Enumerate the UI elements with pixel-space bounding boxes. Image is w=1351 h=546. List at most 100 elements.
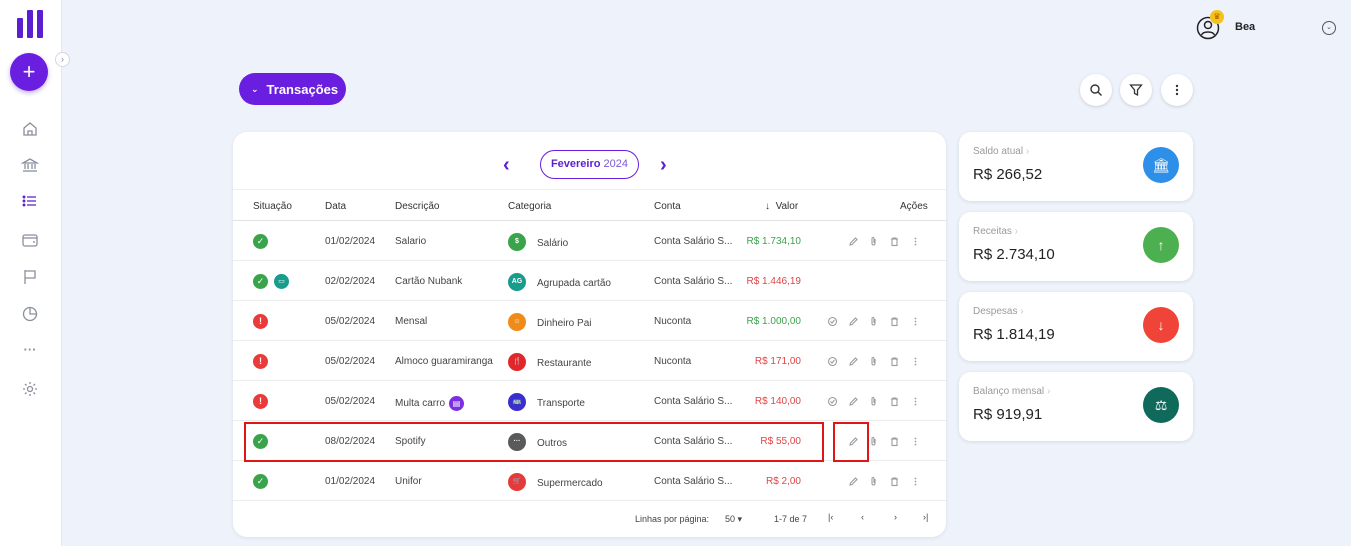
trash-icon[interactable] [889, 476, 900, 487]
attachment-icon[interactable] [868, 356, 879, 367]
attachment-icon[interactable] [868, 316, 879, 327]
row-more-icon[interactable] [910, 436, 921, 447]
edit-icon[interactable] [848, 316, 859, 327]
edit-icon[interactable] [848, 396, 859, 407]
trash-icon[interactable] [889, 356, 900, 367]
search-button[interactable] [1080, 74, 1112, 106]
app-logo[interactable] [17, 10, 43, 38]
summary-value: R$ 266,52 [973, 166, 1043, 183]
edit-icon[interactable] [848, 236, 859, 247]
trash-icon[interactable] [889, 236, 900, 247]
col-description[interactable]: Descrição [395, 201, 439, 212]
row-date: 01/02/2024 [325, 476, 376, 487]
col-account[interactable]: Conta [654, 201, 681, 212]
first-page-button[interactable]: |‹ [828, 512, 833, 522]
trash-icon[interactable] [889, 396, 900, 407]
wallet-icon[interactable] [21, 231, 39, 249]
pending-status-icon[interactable]: ! [253, 354, 268, 369]
month-label: Fevereiro [550, 158, 601, 170]
summary-label: Receitas › [973, 226, 1019, 237]
row-category: Dinheiro Pai [537, 318, 592, 329]
pending-status-icon[interactable]: ! [253, 314, 268, 329]
rows-per-page-select[interactable]: 50 ▾ [725, 514, 742, 525]
row-description: Multa carro ▤ [395, 396, 465, 411]
add-transaction-button[interactable]: + [10, 53, 48, 91]
trash-icon[interactable] [889, 436, 900, 447]
attachment-icon[interactable] [868, 236, 879, 247]
confirm-payment-icon[interactable] [827, 316, 838, 327]
table-row[interactable]: ! 05/02/2024 Multa carro ▤ 🚌 Transporte Conta … [233, 381, 946, 421]
chevron-down-circle-icon[interactable]: ⌄ [1322, 21, 1336, 35]
attachment-icon[interactable] [868, 476, 879, 487]
table-row[interactable]: ✓ 01/02/2024 Salario $ Salário Conta Salário … [233, 221, 946, 261]
summary-card[interactable]: Receitas › R$ 2.734,10 ↑ [959, 212, 1193, 281]
row-more-icon[interactable] [910, 396, 921, 407]
settings-icon[interactable] [21, 380, 39, 398]
sidebar: + ··· [0, 0, 62, 546]
prev-month-button[interactable]: ‹ [503, 154, 510, 177]
more-options-button[interactable] [1161, 74, 1193, 106]
transactions-title-button[interactable]: ⌄ Transações [239, 73, 346, 105]
kebab-menu-icon [1175, 84, 1179, 96]
summary-card[interactable]: Despesas › R$ 1.814,19 ↓ [959, 292, 1193, 361]
row-date: 01/02/2024 [325, 236, 376, 247]
paid-status-icon[interactable]: ✓ [253, 474, 268, 489]
row-description: Unifor [395, 476, 422, 487]
col-category[interactable]: Categoria [508, 201, 551, 212]
more-icon[interactable]: ··· [21, 342, 39, 360]
summary-card[interactable]: Balanço mensal › R$ 919,91 ⚖ [959, 372, 1193, 441]
row-more-icon[interactable] [910, 316, 921, 327]
col-date[interactable]: Data [325, 201, 346, 212]
attachment-icon[interactable] [868, 396, 879, 407]
receipt-icon: ▤ [449, 396, 465, 411]
summary-label: Saldo atual › [973, 146, 1030, 157]
row-account: Conta Salário S... [654, 276, 733, 287]
confirm-payment-icon[interactable] [827, 356, 838, 367]
attachment-icon[interactable] [868, 436, 879, 447]
col-value[interactable]: ↓ Valor [765, 201, 798, 212]
paid-status-icon[interactable]: ✓ [253, 234, 268, 249]
row-value: R$ 2,00 [765, 476, 801, 487]
user-profile[interactable]: ♛ Bea [1196, 10, 1256, 40]
row-account: Conta Salário S... [654, 236, 733, 247]
avatar[interactable]: ♛ [1196, 10, 1224, 40]
prev-page-button[interactable]: ‹ [861, 512, 864, 522]
row-more-icon[interactable] [910, 476, 921, 487]
next-page-button[interactable]: › [894, 512, 897, 522]
chevron-right-icon: › [1046, 386, 1051, 397]
table-row[interactable]: ✓ ▭ 02/02/2024 Cartão Nubank AG Agrupada cart… [233, 261, 946, 301]
transactions-list-icon[interactable] [21, 192, 39, 210]
user-name: Bea [1235, 21, 1256, 33]
edit-icon[interactable] [848, 356, 859, 367]
col-status[interactable]: Situação [253, 201, 292, 212]
pie-chart-icon[interactable] [21, 305, 39, 323]
table-row[interactable]: ! 05/02/2024 Almoco guaramiranga 🍴 Restauran… [233, 341, 946, 381]
row-date: 05/02/2024 [325, 396, 376, 407]
table-row[interactable]: ✓ 01/02/2024 Unifor 🛒 Supermercado Conta Salá… [233, 461, 946, 501]
pending-status-icon[interactable]: ! [253, 394, 268, 409]
arrow-up-icon: ↑ [1143, 227, 1179, 263]
edit-icon[interactable] [848, 476, 859, 487]
confirm-payment-icon[interactable] [827, 396, 838, 407]
page-range: 1-7 de 7 [774, 514, 808, 524]
next-month-button[interactable]: › [660, 154, 667, 177]
row-more-icon[interactable] [910, 356, 921, 367]
last-page-button[interactable]: ›| [923, 512, 928, 522]
home-icon[interactable] [21, 120, 39, 138]
paid-status-icon[interactable]: ✓ [253, 274, 268, 289]
filter-button[interactable] [1120, 74, 1152, 106]
chevron-right-icon: › [1025, 146, 1030, 157]
summary-card[interactable]: Saldo atual › R$ 266,52 🏛 [959, 132, 1193, 201]
flag-icon[interactable] [21, 268, 39, 286]
sidebar-collapse-button[interactable]: › [55, 52, 70, 67]
row-more-icon[interactable] [910, 236, 921, 247]
bank-icon[interactable] [21, 156, 39, 174]
table-row[interactable]: ! 05/02/2024 Mensal ☺ Dinheiro Pai Nuconta R$ … [233, 301, 946, 341]
category-icon: 🍴 [508, 353, 526, 371]
month-selector[interactable]: Fevereiro 2024 [540, 150, 639, 179]
transactions-card: ‹ Fevereiro 2024 › Situação Data Descriç… [233, 132, 946, 537]
chevron-right-icon: › [1014, 226, 1019, 237]
chevron-down-icon: ⌄ [251, 83, 259, 94]
trash-icon[interactable] [889, 316, 900, 327]
category-icon: 🚌 [508, 393, 526, 411]
